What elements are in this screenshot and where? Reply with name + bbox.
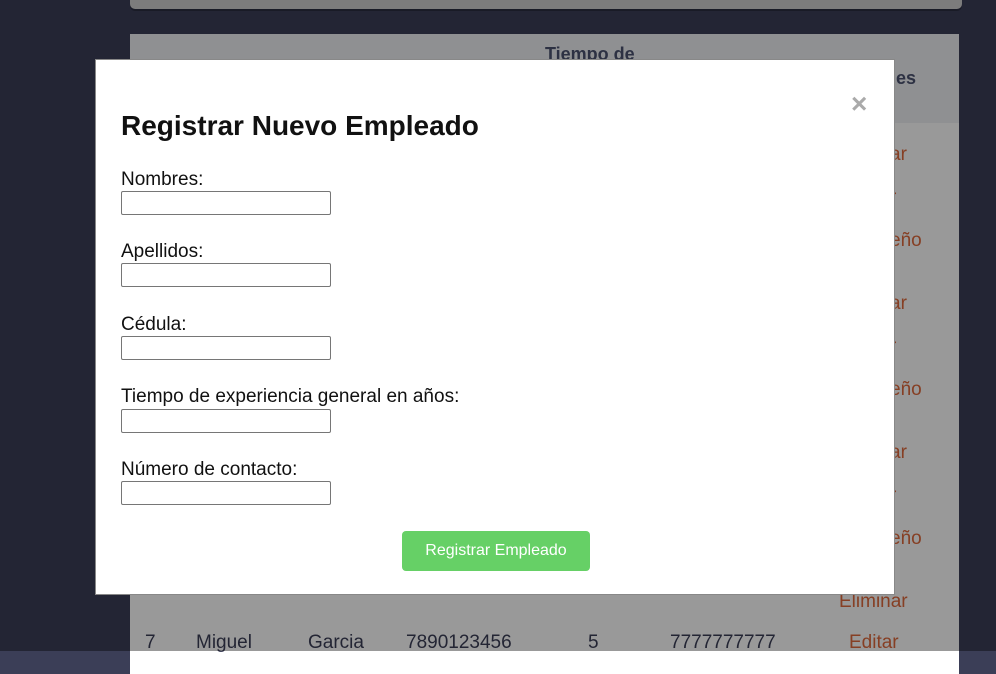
apellidos-input[interactable] — [121, 263, 331, 287]
register-employee-button[interactable]: Registrar Empleado — [402, 531, 590, 571]
experiencia-label: Tiempo de experiencia general en años: — [121, 386, 460, 407]
cedula-input[interactable] — [121, 336, 331, 360]
apellidos-label: Apellidos: — [121, 241, 204, 262]
nombres-label: Nombres: — [121, 169, 204, 190]
register-employee-modal: × Registrar Nuevo Empleado Nombres: Apel… — [95, 59, 895, 595]
experiencia-input[interactable] — [121, 409, 331, 433]
close-icon[interactable]: × — [851, 90, 867, 118]
contacto-input[interactable] — [121, 481, 331, 505]
modal-title: Registrar Nuevo Empleado — [121, 110, 479, 141]
cedula-label: Cédula: — [121, 314, 187, 335]
contacto-label: Número de contacto: — [121, 459, 298, 480]
nombres-input[interactable] — [121, 191, 331, 215]
